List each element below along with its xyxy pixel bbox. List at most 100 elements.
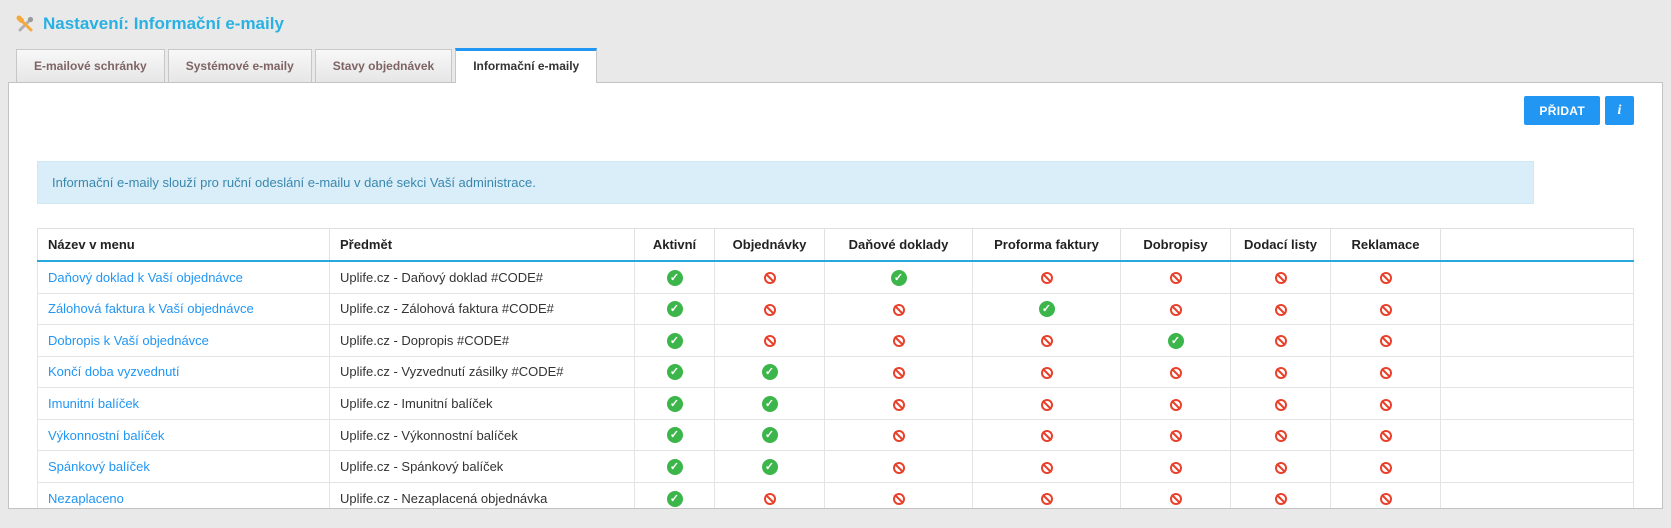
- enabled-icon[interactable]: ✓: [762, 396, 778, 412]
- email-name-cell: Dobropis k Vaší objednávce: [38, 325, 330, 357]
- disabled-icon[interactable]: [1275, 304, 1287, 316]
- email-name-cell: Spánkový balíček: [38, 451, 330, 483]
- disabled-icon[interactable]: [1041, 335, 1053, 347]
- email-name-link[interactable]: Imunitní balíček: [48, 396, 139, 411]
- enabled-icon[interactable]: ✓: [762, 364, 778, 380]
- email-name-link[interactable]: Nezaplaceno: [48, 491, 124, 506]
- disabled-icon[interactable]: [1380, 304, 1392, 316]
- email-subject-cell: Uplife.cz - Imunitní balíček: [330, 388, 635, 420]
- disabled-icon[interactable]: [1275, 367, 1287, 379]
- disabled-icon[interactable]: [1170, 272, 1182, 284]
- disabled-icon[interactable]: [1380, 493, 1392, 505]
- disabled-icon[interactable]: [764, 304, 776, 316]
- flag-cell: ✓: [635, 325, 715, 357]
- email-name-link[interactable]: Výkonnostní balíček: [48, 428, 164, 443]
- flag-cell: [1231, 293, 1331, 325]
- disabled-icon[interactable]: [1380, 272, 1392, 284]
- disabled-icon[interactable]: [1170, 304, 1182, 316]
- disabled-icon[interactable]: [1170, 493, 1182, 505]
- tab-emailove-schranky[interactable]: E-mailové schránky: [16, 49, 165, 82]
- col-header-reklamace: Reklamace: [1331, 229, 1441, 262]
- email-subject-cell: Uplife.cz - Zálohová faktura #CODE#: [330, 293, 635, 325]
- disabled-icon[interactable]: [1380, 399, 1392, 411]
- email-subject-cell: Uplife.cz - Výkonnostní balíček: [330, 419, 635, 451]
- flag-cell: ✓: [973, 293, 1121, 325]
- flag-cell: [825, 325, 973, 357]
- tab-stavy-objednavek[interactable]: Stavy objednávek: [315, 49, 452, 82]
- disabled-icon[interactable]: [1041, 367, 1053, 379]
- email-name-link[interactable]: Zálohová faktura k Vaší objednávce: [48, 301, 254, 316]
- disabled-icon[interactable]: [893, 462, 905, 474]
- disabled-icon[interactable]: [1041, 430, 1053, 442]
- disabled-icon[interactable]: [1170, 462, 1182, 474]
- disabled-icon[interactable]: [1275, 430, 1287, 442]
- disabled-icon[interactable]: [1041, 493, 1053, 505]
- enabled-icon[interactable]: ✓: [667, 459, 683, 475]
- enabled-icon[interactable]: ✓: [891, 270, 907, 286]
- disabled-icon[interactable]: [1380, 335, 1392, 347]
- disabled-icon[interactable]: [1170, 367, 1182, 379]
- flag-cell: [973, 261, 1121, 293]
- tab-informacni-emaily[interactable]: Informační e-maily: [455, 48, 597, 83]
- disabled-icon[interactable]: [1041, 462, 1053, 474]
- disabled-icon[interactable]: [1275, 462, 1287, 474]
- email-name-link[interactable]: Dobropis k Vaší objednávce: [48, 333, 209, 348]
- disabled-icon[interactable]: [1275, 399, 1287, 411]
- enabled-icon[interactable]: ✓: [667, 333, 683, 349]
- info-button[interactable]: i: [1605, 96, 1634, 125]
- enabled-icon[interactable]: ✓: [667, 427, 683, 443]
- enabled-icon[interactable]: ✓: [667, 491, 683, 507]
- disabled-icon[interactable]: [764, 335, 776, 347]
- actions-cell: [1441, 482, 1634, 509]
- flag-cell: [1121, 451, 1231, 483]
- disabled-icon[interactable]: [1275, 272, 1287, 284]
- disabled-icon[interactable]: [1380, 430, 1392, 442]
- disabled-icon[interactable]: [893, 430, 905, 442]
- flag-cell: [1231, 261, 1331, 293]
- disabled-icon[interactable]: [893, 335, 905, 347]
- enabled-icon[interactable]: ✓: [667, 364, 683, 380]
- enabled-icon[interactable]: ✓: [762, 427, 778, 443]
- disabled-icon[interactable]: [1380, 367, 1392, 379]
- disabled-icon[interactable]: [1380, 462, 1392, 474]
- disabled-icon[interactable]: [1170, 399, 1182, 411]
- flag-cell: [973, 419, 1121, 451]
- disabled-icon[interactable]: [893, 304, 905, 316]
- actions-cell: [1441, 356, 1634, 388]
- disabled-icon[interactable]: [893, 367, 905, 379]
- disabled-icon[interactable]: [1275, 493, 1287, 505]
- flag-cell: [715, 293, 825, 325]
- disabled-icon[interactable]: [1275, 335, 1287, 347]
- disabled-icon[interactable]: [893, 399, 905, 411]
- add-button[interactable]: PŘIDAT: [1524, 96, 1600, 125]
- actions-cell: [1441, 451, 1634, 483]
- disabled-icon[interactable]: [1041, 399, 1053, 411]
- enabled-icon[interactable]: ✓: [762, 459, 778, 475]
- disabled-icon[interactable]: [1041, 272, 1053, 284]
- email-name-link[interactable]: Končí doba vyzvednutí: [48, 364, 180, 379]
- flag-cell: [1331, 261, 1441, 293]
- enabled-icon[interactable]: ✓: [667, 270, 683, 286]
- flag-cell: [715, 482, 825, 509]
- enabled-icon[interactable]: ✓: [667, 301, 683, 317]
- enabled-icon[interactable]: ✓: [1039, 301, 1055, 317]
- tab-systemove-emaily[interactable]: Systémové e-maily: [168, 49, 312, 82]
- flag-cell: [973, 325, 1121, 357]
- disabled-icon[interactable]: [764, 493, 776, 505]
- disabled-icon[interactable]: [893, 493, 905, 505]
- col-header-danove-doklady: Daňové doklady: [825, 229, 973, 262]
- actions-cell: [1441, 325, 1634, 357]
- table-row: Dobropis k Vaší objednávceUplife.cz - Do…: [38, 325, 1634, 357]
- disabled-icon[interactable]: [764, 272, 776, 284]
- tab-bar: E-mailové schránky Systémové e-maily Sta…: [8, 48, 1663, 83]
- flag-cell: [825, 451, 973, 483]
- email-name-link[interactable]: Spánkový balíček: [48, 459, 150, 474]
- email-name-cell: Výkonnostní balíček: [38, 419, 330, 451]
- flag-cell: ✓: [635, 261, 715, 293]
- flag-cell: [715, 325, 825, 357]
- enabled-icon[interactable]: ✓: [667, 396, 683, 412]
- email-name-link[interactable]: Daňový doklad k Vaší objednávce: [48, 270, 243, 285]
- enabled-icon[interactable]: ✓: [1168, 333, 1184, 349]
- disabled-icon[interactable]: [1170, 430, 1182, 442]
- col-header-actions: [1441, 229, 1634, 262]
